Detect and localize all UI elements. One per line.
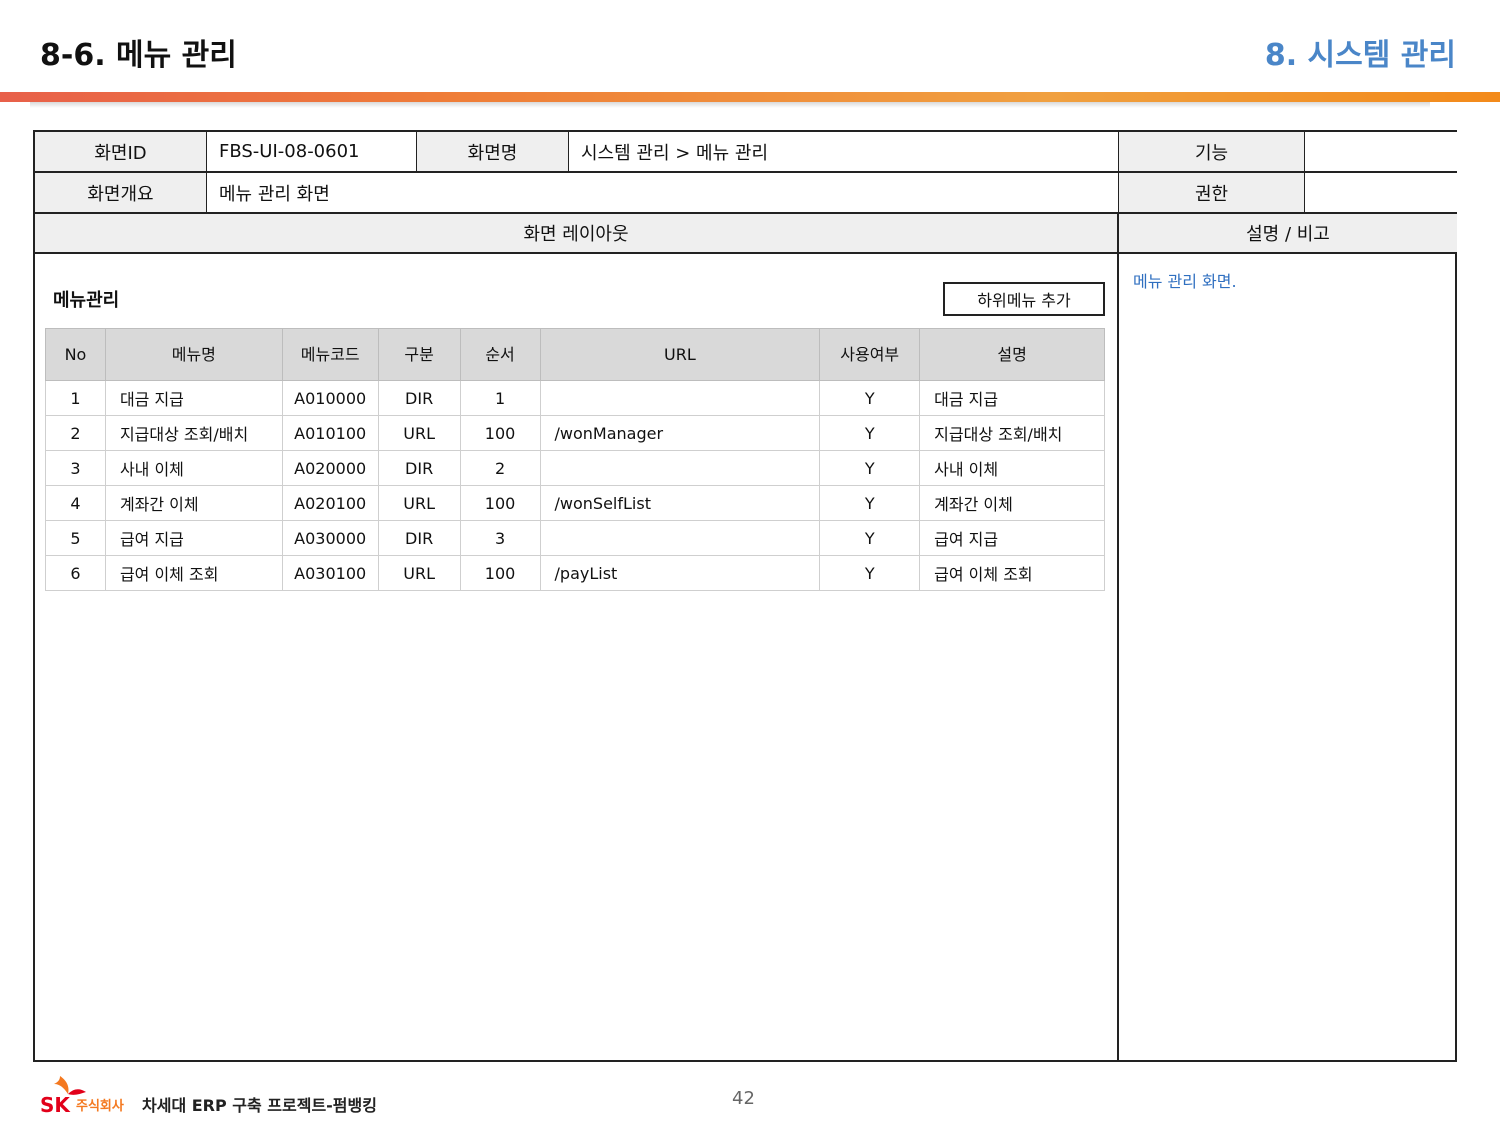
svg-text:SK: SK <box>40 1093 71 1116</box>
function-label: 기능 <box>1119 132 1305 173</box>
table-row[interactable]: 3 사내 이체 A020000 DIR 2 Y 사내 이체 <box>45 450 1105 486</box>
cell-type: URL <box>377 415 461 451</box>
cell-type: DIR <box>377 450 461 486</box>
cell-menu-code: A030100 <box>281 555 379 591</box>
menu-heading: 메뉴관리 <box>53 290 120 311</box>
cell-description: 대금 지급 <box>919 380 1105 416</box>
section-title: 8. 시스템 관리 <box>1264 38 1456 73</box>
description-text: 메뉴 관리 화면. <box>1133 272 1237 291</box>
cell-use-yn: Y <box>819 520 921 556</box>
cell-no: 4 <box>45 485 106 521</box>
cell-order: 1 <box>459 380 541 416</box>
table-row[interactable]: 1 대금 지급 A010000 DIR 1 Y 대금 지급 <box>45 380 1105 416</box>
page-title: 8-6. 메뉴 관리 <box>40 38 237 73</box>
cell-menu-name: 지급대상 조회/배치 <box>104 415 283 451</box>
table-header-row: No 메뉴명 메뉴코드 구분 순서 URL 사용여부 설명 <box>45 328 1105 381</box>
svg-text:주식회사: 주식회사 <box>76 1098 124 1114</box>
spec-table: 화면ID FBS-UI-08-0601 화면명 시스템 관리 > 메뉴 관리 기… <box>33 130 1457 1062</box>
screen-id-label: 화면ID <box>35 132 207 173</box>
cell-menu-name: 급여 지급 <box>104 520 283 556</box>
cell-no: 6 <box>45 555 106 591</box>
cell-order: 100 <box>459 485 541 521</box>
sk-butterfly-icon <box>54 1076 69 1094</box>
cell-description: 계좌간 이체 <box>919 485 1105 521</box>
cell-use-yn: Y <box>819 555 921 591</box>
cell-use-yn: Y <box>819 415 921 451</box>
cell-menu-name: 계좌간 이체 <box>104 485 283 521</box>
table-row[interactable]: 4 계좌간 이체 A020100 URL 100 /wonSelfList Y … <box>45 485 1105 521</box>
table-row[interactable]: 5 급여 지급 A030000 DIR 3 Y 급여 지급 <box>45 520 1105 556</box>
cell-menu-code: A010100 <box>281 415 379 451</box>
col-header-order[interactable]: 순서 <box>459 328 541 381</box>
function-value <box>1305 132 1457 173</box>
cell-menu-code: A020100 <box>281 485 379 521</box>
desc-label: 설명 / 비고 <box>1119 214 1457 254</box>
cell-use-yn: Y <box>819 380 921 416</box>
cell-url <box>539 380 821 416</box>
permission-label: 권한 <box>1119 173 1305 214</box>
cell-menu-code: A010000 <box>281 380 379 416</box>
cell-url: /wonSelfList <box>539 485 821 521</box>
col-header-description[interactable]: 설명 <box>919 328 1105 381</box>
cell-description: 급여 지급 <box>919 520 1105 556</box>
cell-no: 3 <box>45 450 106 486</box>
sk-logo: SK 주식회사 <box>40 1076 124 1116</box>
cell-no: 1 <box>45 380 106 416</box>
cell-url: /payList <box>539 555 821 591</box>
col-header-use-yn[interactable]: 사용여부 <box>819 328 921 381</box>
cell-url <box>539 450 821 486</box>
col-header-menu-name[interactable]: 메뉴명 <box>104 328 283 381</box>
add-submenu-button[interactable]: 하위메뉴 추가 <box>943 282 1105 316</box>
overview-label: 화면개요 <box>35 173 207 214</box>
cell-order: 100 <box>459 415 541 451</box>
table-row[interactable]: 6 급여 이체 조회 A030100 URL 100 /payList Y 급여… <box>45 555 1105 591</box>
cell-description: 지급대상 조회/배치 <box>919 415 1105 451</box>
screen-name-value: 시스템 관리 > 메뉴 관리 <box>569 132 1119 173</box>
col-header-url[interactable]: URL <box>539 328 821 381</box>
cell-no: 5 <box>45 520 106 556</box>
cell-menu-code: A030000 <box>281 520 379 556</box>
header-bar-shadow <box>30 102 1430 108</box>
cell-type: URL <box>377 555 461 591</box>
cell-use-yn: Y <box>819 450 921 486</box>
col-header-menu-code[interactable]: 메뉴코드 <box>281 328 379 381</box>
screen-name-label: 화면명 <box>417 132 569 173</box>
cell-menu-name: 대금 지급 <box>104 380 283 416</box>
layout-label: 화면 레이아웃 <box>35 214 1119 254</box>
layout-area: 메뉴관리 하위메뉴 추가 No 메뉴명 메뉴코드 구분 순서 URL 사용여부 … <box>35 254 1119 1060</box>
cell-description: 사내 이체 <box>919 450 1105 486</box>
table-row[interactable]: 2 지급대상 조회/배치 A010100 URL 100 /wonManager… <box>45 415 1105 451</box>
description-area: 메뉴 관리 화면. <box>1119 254 1457 1060</box>
cell-type: URL <box>377 485 461 521</box>
cell-order: 100 <box>459 555 541 591</box>
cell-url <box>539 520 821 556</box>
header-bar <box>0 92 1500 102</box>
screen-id-value: FBS-UI-08-0601 <box>207 132 417 173</box>
cell-no: 2 <box>45 415 106 451</box>
cell-order: 3 <box>459 520 541 556</box>
col-header-type[interactable]: 구분 <box>377 328 461 381</box>
cell-type: DIR <box>377 380 461 416</box>
page-number: 42 <box>732 1088 755 1109</box>
cell-use-yn: Y <box>819 485 921 521</box>
permission-value <box>1305 173 1457 214</box>
overview-value: 메뉴 관리 화면 <box>207 173 1119 214</box>
cell-order: 2 <box>459 450 541 486</box>
col-header-no[interactable]: No <box>45 328 106 381</box>
cell-menu-name: 사내 이체 <box>104 450 283 486</box>
cell-url: /wonManager <box>539 415 821 451</box>
cell-type: DIR <box>377 520 461 556</box>
cell-menu-name: 급여 이체 조회 <box>104 555 283 591</box>
footer-project-name: 차세대 ERP 구축 프로젝트-펌뱅킹 <box>142 1096 377 1115</box>
cell-menu-code: A020000 <box>281 450 379 486</box>
menu-table: No 메뉴명 메뉴코드 구분 순서 URL 사용여부 설명 1 대금 지급 A0… <box>45 328 1105 591</box>
cell-description: 급여 이체 조회 <box>919 555 1105 591</box>
